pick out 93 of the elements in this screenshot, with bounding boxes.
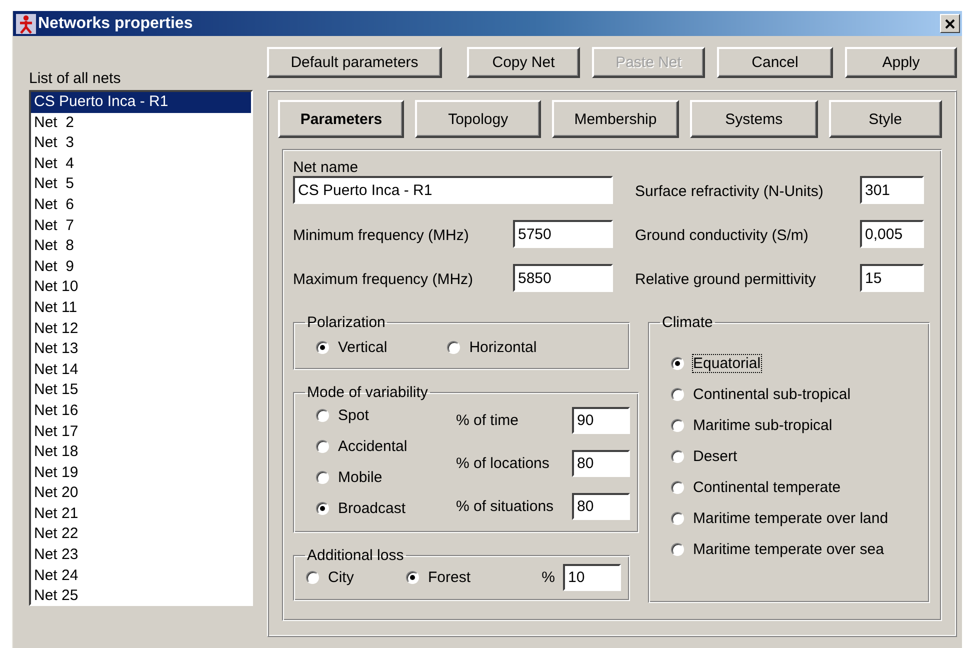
input-field[interactable]: 301 bbox=[860, 176, 924, 204]
radio-label: Continental temperate bbox=[693, 478, 841, 496]
figure-icon bbox=[16, 14, 36, 34]
list-item[interactable]: Net 24 bbox=[31, 566, 251, 586]
field-label: Net name bbox=[293, 159, 360, 176]
list-item[interactable]: Net 9 bbox=[31, 256, 251, 278]
field-label: Surface refractivity (N-Units) bbox=[635, 183, 824, 202]
list-item[interactable]: Net 10 bbox=[31, 277, 251, 298]
group-title: Climate bbox=[661, 314, 714, 331]
radio-label: Accidental bbox=[338, 438, 408, 454]
field-label: Minimum frequency (MHz) bbox=[293, 227, 469, 246]
field-label: Ground conductivity (S/m) bbox=[635, 227, 808, 246]
list-item[interactable]: Net 3 bbox=[31, 133, 251, 154]
radio-label: City bbox=[328, 569, 354, 586]
tab[interactable]: Style bbox=[828, 100, 942, 138]
radio-label: Forest bbox=[428, 569, 471, 586]
list-item[interactable]: Net 18 bbox=[31, 442, 251, 463]
radio-button[interactable] bbox=[671, 418, 684, 432]
list-item[interactable]: Net 5 bbox=[31, 174, 251, 195]
list-item[interactable]: Net 25 bbox=[31, 586, 251, 607]
list-item[interactable]: Net 22 bbox=[31, 524, 251, 546]
list-item[interactable]: Net 17 bbox=[31, 422, 251, 442]
tab[interactable]: Membership bbox=[552, 100, 680, 138]
list-item[interactable]: Net 15 bbox=[31, 380, 251, 401]
radio-button[interactable] bbox=[671, 512, 684, 524]
input-field[interactable]: 5750 bbox=[513, 220, 613, 248]
field-label: % of time bbox=[456, 412, 519, 429]
input-field[interactable]: 90 bbox=[572, 407, 630, 434]
list-item[interactable]: Net 14 bbox=[31, 360, 251, 380]
tab[interactable]: Topology bbox=[415, 100, 541, 138]
field-label: Relative ground permittivity bbox=[635, 271, 816, 290]
list-item[interactable]: Net 12 bbox=[31, 318, 251, 340]
list-item[interactable]: Net 11 bbox=[31, 298, 251, 319]
group-title: Polarization bbox=[306, 314, 386, 331]
action-button[interactable]: Apply bbox=[845, 47, 957, 78]
input-field[interactable]: CS Puerto Inca - R1 bbox=[293, 176, 613, 204]
input-field[interactable]: 5850 bbox=[513, 264, 613, 292]
list-item[interactable]: Net 6 bbox=[31, 194, 251, 216]
radio-button[interactable] bbox=[316, 470, 329, 484]
list-item[interactable]: Net 21 bbox=[31, 504, 251, 524]
tab[interactable]: Systems bbox=[690, 100, 818, 138]
group-title: Mode of variability bbox=[306, 384, 429, 401]
radio-button[interactable] bbox=[316, 440, 329, 452]
radio-label: Maritime temperate over land bbox=[693, 510, 888, 526]
radio-button[interactable] bbox=[306, 571, 319, 584]
field-label: Maximum frequency (MHz) bbox=[293, 271, 474, 290]
list-item[interactable]: CS Puerto Inca - R1 bbox=[31, 92, 251, 113]
radio-button[interactable] bbox=[671, 542, 684, 556]
field-label: % of locations bbox=[456, 455, 550, 472]
list-item[interactable]: Net 13 bbox=[31, 339, 251, 360]
tab[interactable]: Parameters bbox=[278, 100, 404, 138]
input-field[interactable]: 15 bbox=[860, 264, 924, 292]
radio-button[interactable] bbox=[447, 340, 460, 354]
radio-label: Mobile bbox=[338, 468, 382, 486]
radio-button[interactable] bbox=[406, 571, 419, 584]
radio-label: Continental sub-tropical bbox=[693, 386, 851, 402]
list-item[interactable]: Net 16 bbox=[31, 400, 251, 422]
close-button[interactable] bbox=[940, 14, 960, 33]
radio-button[interactable] bbox=[316, 502, 329, 514]
action-button[interactable]: Copy Net bbox=[467, 47, 580, 78]
list-item[interactable]: Net 2 bbox=[31, 112, 251, 134]
radio-button[interactable] bbox=[671, 388, 684, 400]
action-button[interactable]: Default parameters bbox=[267, 47, 442, 78]
input-field[interactable]: 0,005 bbox=[860, 220, 924, 248]
radio-label: Maritime temperate over sea bbox=[693, 540, 884, 558]
group-title: Additional loss bbox=[306, 547, 405, 564]
list-label: List of all nets bbox=[29, 69, 122, 89]
close-icon bbox=[945, 18, 955, 28]
radio-label: Spot bbox=[338, 406, 369, 424]
list-item[interactable]: Net 23 bbox=[31, 545, 251, 566]
radio-label: Broadcast bbox=[338, 500, 406, 516]
radio-label: Vertical bbox=[338, 338, 388, 356]
radio-button[interactable] bbox=[316, 340, 329, 354]
action-button[interactable]: Cancel bbox=[717, 47, 833, 78]
radio-button[interactable] bbox=[316, 408, 329, 422]
field-label: % bbox=[542, 569, 555, 586]
input-field[interactable]: 80 bbox=[572, 493, 630, 520]
radio-label: Horizontal bbox=[469, 338, 537, 356]
window-title: Networks properties bbox=[38, 14, 194, 32]
input-field[interactable]: 10 bbox=[563, 564, 621, 591]
radio-label: Equatorial bbox=[693, 354, 761, 372]
radio-button[interactable] bbox=[671, 450, 684, 462]
list-item[interactable]: Net 4 bbox=[31, 154, 251, 174]
list-item[interactable]: Net 20 bbox=[31, 483, 251, 504]
list-item[interactable]: Net 19 bbox=[31, 462, 251, 484]
radio-button[interactable] bbox=[671, 356, 684, 370]
input-field[interactable]: 80 bbox=[572, 450, 630, 477]
list-item[interactable]: Net 8 bbox=[31, 236, 251, 257]
list-item[interactable]: Net 7 bbox=[31, 216, 251, 236]
radio-label: Desert bbox=[693, 448, 738, 464]
radio-label: Maritime sub-tropical bbox=[693, 416, 832, 434]
field-label: % of situations bbox=[456, 498, 554, 515]
radio-button[interactable] bbox=[671, 480, 684, 494]
